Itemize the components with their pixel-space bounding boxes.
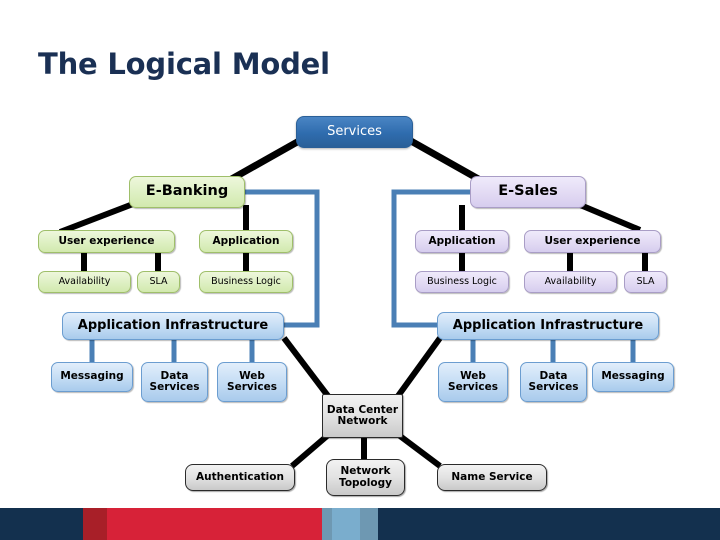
node-esales-availability[interactable]: Availability [524, 271, 617, 293]
node-network-topology[interactable]: Network Topology [326, 459, 405, 496]
node-infrastructure-left-label: Application Infrastructure [77, 317, 269, 333]
bar-segment-navy-left [0, 508, 83, 540]
node-esales-business-logic[interactable]: Business Logic [415, 271, 509, 293]
node-data-center-network-label: Data Center Network [326, 403, 399, 427]
node-infra-left-data-services[interactable]: Data Services [141, 362, 208, 402]
node-esales-business-logic-label: Business Logic [427, 275, 497, 287]
node-authentication[interactable]: Authentication [185, 464, 295, 491]
node-infra-left-data-services-label: Data Services [149, 369, 200, 393]
node-ebanking-availability[interactable]: Availability [38, 271, 131, 293]
node-ebanking-sla[interactable]: SLA [137, 271, 180, 293]
bar-segment-navy-right [378, 508, 720, 540]
node-network-topology-label: Network Topology [339, 465, 392, 489]
link-services-ebanking [226, 137, 301, 185]
node-infrastructure-right-label: Application Infrastructure [452, 317, 644, 333]
node-ebanking-application[interactable]: Application [199, 230, 293, 253]
node-e-sales-label: E-Sales [498, 183, 558, 200]
node-services-label: Services [327, 123, 382, 139]
node-esales-application-label: Application [428, 234, 496, 247]
node-name-service[interactable]: Name Service [437, 464, 547, 491]
node-ebanking-availability-label: Availability [58, 275, 111, 287]
node-infra-right-messaging-label: Messaging [601, 370, 665, 383]
node-infra-right-web-services-label: Web Services [448, 369, 498, 393]
node-e-banking[interactable]: E-Banking [129, 176, 245, 208]
node-infra-right-data-services[interactable]: Data Services [520, 362, 587, 402]
bar-segment-steel-1 [322, 508, 332, 540]
node-infra-right-messaging[interactable]: Messaging [592, 362, 674, 392]
node-ebanking-business-logic[interactable]: Business Logic [199, 271, 293, 293]
bar-segment-light-blue [332, 508, 360, 540]
node-esales-sla-label: SLA [636, 275, 655, 287]
node-services[interactable]: Services [296, 116, 413, 148]
link-dcn-authentication [290, 433, 329, 469]
link-dcn-right-infra [395, 336, 443, 398]
node-data-center-network[interactable]: Data Center Network [322, 394, 403, 438]
slide-canvas: The Logical Model Services E-Banking Use… [0, 0, 720, 540]
node-ebanking-business-logic-label: Business Logic [211, 275, 281, 287]
bottom-decorative-bar [0, 508, 720, 540]
node-infrastructure-left[interactable]: Application Infrastructure [62, 312, 284, 340]
node-infrastructure-right[interactable]: Application Infrastructure [437, 312, 659, 340]
node-ebanking-user-experience-label: User experience [58, 234, 155, 247]
bracket-ebanking-infrastructure [245, 189, 320, 328]
node-infra-left-web-services-label: Web Services [227, 369, 277, 393]
node-infra-right-web-services[interactable]: Web Services [438, 362, 508, 402]
link-services-esales [409, 137, 484, 185]
node-infra-left-messaging[interactable]: Messaging [51, 362, 133, 392]
node-infra-right-data-services-label: Data Services [528, 369, 579, 393]
node-esales-user-experience[interactable]: User experience [524, 230, 661, 253]
bracket-esales-infrastructure [391, 189, 470, 328]
node-ebanking-user-experience[interactable]: User experience [38, 230, 175, 253]
link-dcn-left-infra [281, 336, 331, 398]
node-ebanking-sla-label: SLA [149, 275, 168, 287]
node-infra-left-messaging-label: Messaging [60, 370, 124, 383]
bar-segment-red [107, 508, 322, 540]
node-ebanking-application-label: Application [212, 234, 280, 247]
bar-segment-steel-2 [360, 508, 378, 540]
node-esales-availability-label: Availability [544, 275, 597, 287]
node-esales-application[interactable]: Application [415, 230, 509, 253]
node-esales-user-experience-label: User experience [544, 234, 641, 247]
link-dcn-nameservice [398, 433, 442, 469]
node-authentication-label: Authentication [196, 470, 284, 483]
node-e-banking-label: E-Banking [145, 183, 229, 200]
bar-segment-dark-red [83, 508, 107, 540]
node-name-service-label: Name Service [451, 470, 533, 483]
node-infra-left-web-services[interactable]: Web Services [217, 362, 287, 402]
page-title: The Logical Model [38, 47, 330, 81]
node-esales-sla[interactable]: SLA [624, 271, 667, 293]
node-e-sales[interactable]: E-Sales [470, 176, 586, 208]
